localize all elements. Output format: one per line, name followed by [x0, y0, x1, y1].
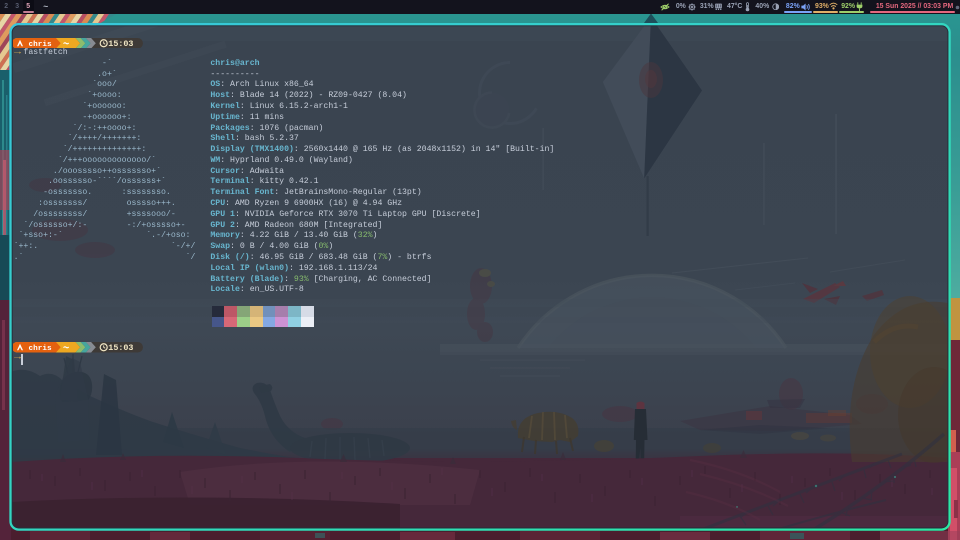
svg-text:15:03: 15:03 — [109, 39, 134, 48]
svg-text:chris: chris — [29, 345, 52, 353]
svg-text:15:03: 15:03 — [109, 343, 134, 352]
